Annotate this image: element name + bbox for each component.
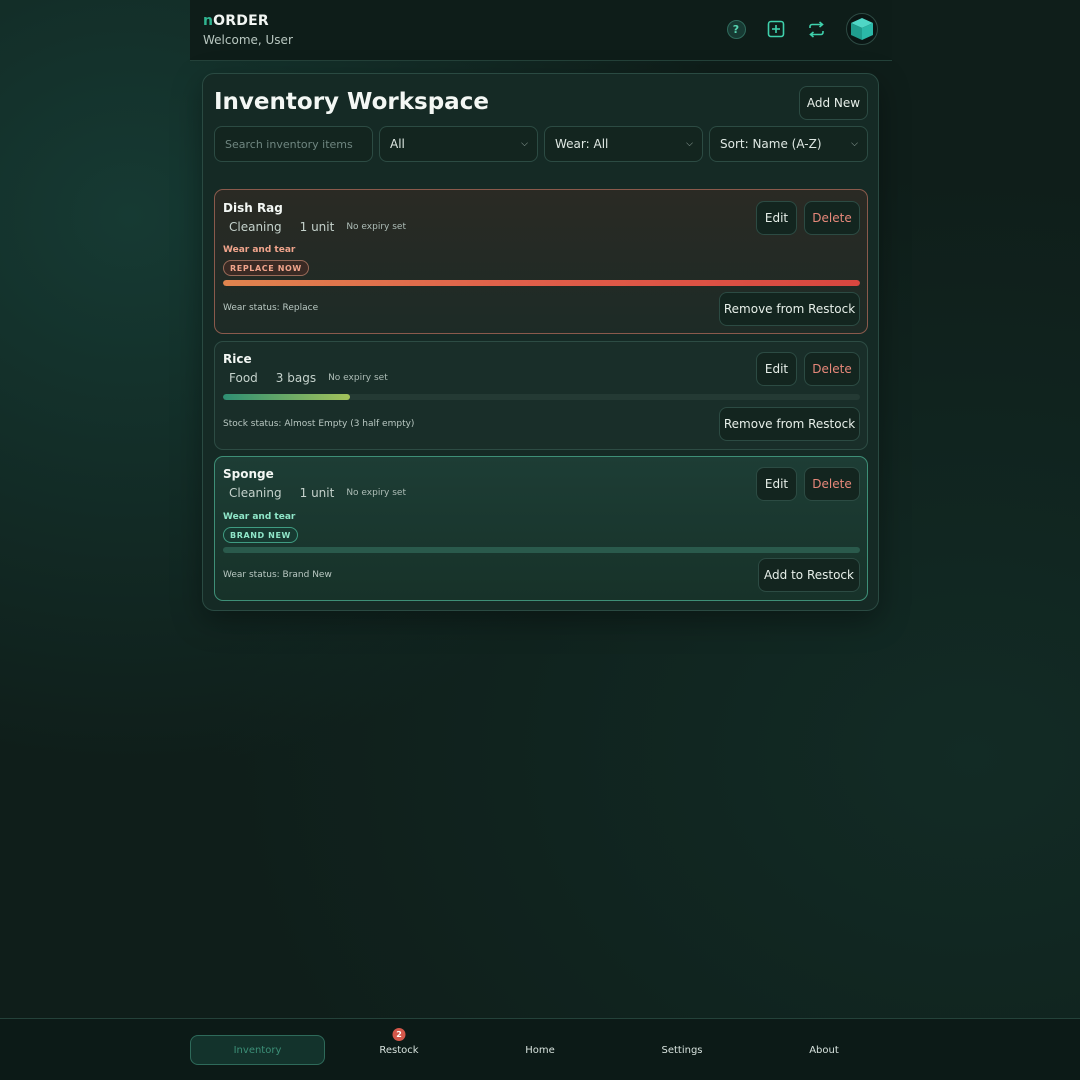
edit-button[interactable]: Edit <box>756 467 797 501</box>
wear-bar <box>223 547 860 553</box>
nav-settings[interactable]: Settings <box>632 1035 732 1065</box>
item-quantity: 3 bags <box>275 371 317 385</box>
brand-name: ORDER <box>213 13 269 29</box>
delete-button[interactable]: Delete <box>804 467 860 501</box>
app-logo: nORDER <box>203 13 269 29</box>
item-name: Sponge <box>223 467 274 481</box>
avatar[interactable] <box>846 13 878 45</box>
list-item: Dish Rag Cleaning 1 unit No expiry set W… <box>214 189 868 334</box>
add-to-restock-button[interactable]: Add to Restock <box>758 558 860 592</box>
search-input-wrapper <box>214 126 373 162</box>
delete-button[interactable]: Delete <box>804 352 860 386</box>
stock-bar-fill <box>223 394 351 400</box>
edit-button[interactable]: Edit <box>756 201 797 235</box>
nav-home[interactable]: Home <box>490 1035 590 1065</box>
nav-restock[interactable]: 2 Restock <box>349 1028 449 1065</box>
list-item: Sponge Cleaning 1 unit No expiry set Wea… <box>214 456 868 601</box>
stock-bar <box>223 394 860 400</box>
item-expiry: No expiry set <box>328 373 388 383</box>
item-category: Cleaning <box>229 486 282 500</box>
category-select[interactable]: All ⌵ <box>379 126 538 162</box>
chevron-down-icon: ⌵ <box>686 139 693 149</box>
wear-bar <box>223 280 860 286</box>
bottom-nav: Inventory 2 Restock Home Settings About <box>0 1018 1080 1080</box>
inventory-panel: Inventory Workspace Add New All ⌵ Wear: … <box>202 73 879 611</box>
edit-button[interactable]: Edit <box>756 352 797 386</box>
item-meta: Cleaning 1 unit No expiry set <box>223 220 406 234</box>
chevron-down-icon: ⌵ <box>521 139 528 149</box>
category-select-value: All <box>390 137 405 151</box>
item-name: Rice <box>223 352 252 366</box>
wear-label: Wear and tear <box>223 245 296 255</box>
item-quantity: 1 unit <box>299 220 335 234</box>
help-button[interactable]: ? <box>726 19 746 39</box>
item-expiry: No expiry set <box>346 488 406 498</box>
list-item: Rice Food 3 bags No expiry set Stock sta… <box>214 341 868 450</box>
delete-button[interactable]: Delete <box>804 201 860 235</box>
wear-label: Wear and tear <box>223 512 296 522</box>
help-icon: ? <box>726 19 746 39</box>
add-item-button[interactable] <box>766 19 786 39</box>
sort-select[interactable]: Sort: Name (A-Z) ⌵ <box>709 126 868 162</box>
brand-accent: n <box>203 13 214 29</box>
item-status: Wear status: Replace <box>223 303 319 313</box>
status-badge: BRAND NEW <box>223 527 298 543</box>
item-quantity: 1 unit <box>299 486 335 500</box>
item-category: Food <box>229 371 258 385</box>
remove-from-restock-button[interactable]: Remove from Restock <box>719 407 860 441</box>
add-new-button[interactable]: Add New <box>799 86 868 120</box>
item-category: Cleaning <box>229 220 282 234</box>
item-meta: Food 3 bags No expiry set <box>223 371 388 385</box>
sort-select-value: Sort: Name (A-Z) <box>720 137 822 151</box>
item-name: Dish Rag <box>223 201 283 215</box>
wear-bar-fill <box>223 280 860 286</box>
remove-from-restock-button[interactable]: Remove from Restock <box>719 292 860 326</box>
header-actions: ? <box>726 13 878 45</box>
search-input[interactable] <box>225 137 372 151</box>
top-bar: nORDER Welcome, User ? <box>190 0 892 61</box>
item-meta: Cleaning 1 unit No expiry set <box>223 486 406 500</box>
item-status: Stock status: Almost Empty (3 half empty… <box>223 419 415 429</box>
add-square-icon <box>767 20 785 38</box>
item-status: Wear status: Brand New <box>223 570 332 580</box>
welcome-text: Welcome, User <box>203 33 293 47</box>
cube-icon <box>851 18 873 40</box>
page-title: Inventory Workspace <box>214 89 489 115</box>
chevron-down-icon: ⌵ <box>851 139 858 149</box>
item-expiry: No expiry set <box>346 222 406 232</box>
repeat-icon <box>808 20 824 38</box>
nav-inventory[interactable]: Inventory <box>190 1035 325 1065</box>
wear-select-value: Wear: All <box>555 137 609 151</box>
nav-restock-label: Restock <box>379 1044 419 1056</box>
notification-badge: 2 <box>392 1028 406 1041</box>
wear-select[interactable]: Wear: All ⌵ <box>544 126 703 162</box>
sync-button[interactable] <box>806 19 826 39</box>
nav-about[interactable]: About <box>774 1035 874 1065</box>
status-badge: REPLACE NOW <box>223 260 309 276</box>
